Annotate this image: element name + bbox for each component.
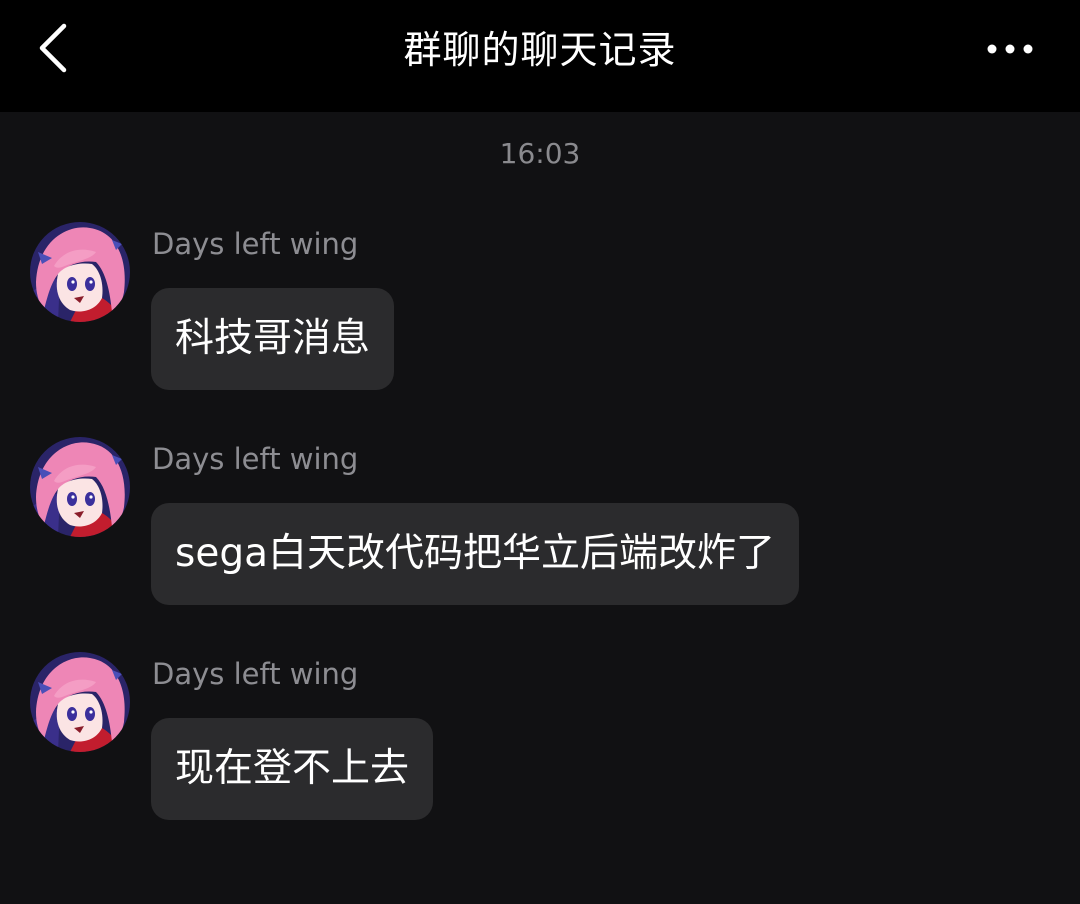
top-bar: 群聊的聊天记录 [0,0,1080,112]
anime-girl-avatar-icon [30,222,130,322]
chat-history[interactable]: 16:03 Days left wing 科技哥消息 Days left win… [0,112,1080,904]
anime-girl-avatar-icon [30,437,130,537]
message-bubble[interactable]: 科技哥消息 [151,288,395,390]
timestamp: 16:03 [499,137,581,170]
sender-name: Days left wing [152,442,359,476]
page-title: 群聊的聊天记录 [403,28,677,72]
anime-girl-avatar-icon [30,652,130,752]
avatar[interactable] [30,437,130,537]
more-options-button[interactable] [972,22,1048,78]
message-bubble[interactable]: sega白天改代码把华立后端改炸了 [151,503,799,605]
message-bubble[interactable]: 现在登不上去 [151,718,434,820]
sender-name: Days left wing [152,657,359,691]
avatar[interactable] [30,222,130,322]
more-horizontal-icon [972,22,1048,78]
sender-name: Days left wing [152,227,359,261]
avatar[interactable] [30,652,130,752]
